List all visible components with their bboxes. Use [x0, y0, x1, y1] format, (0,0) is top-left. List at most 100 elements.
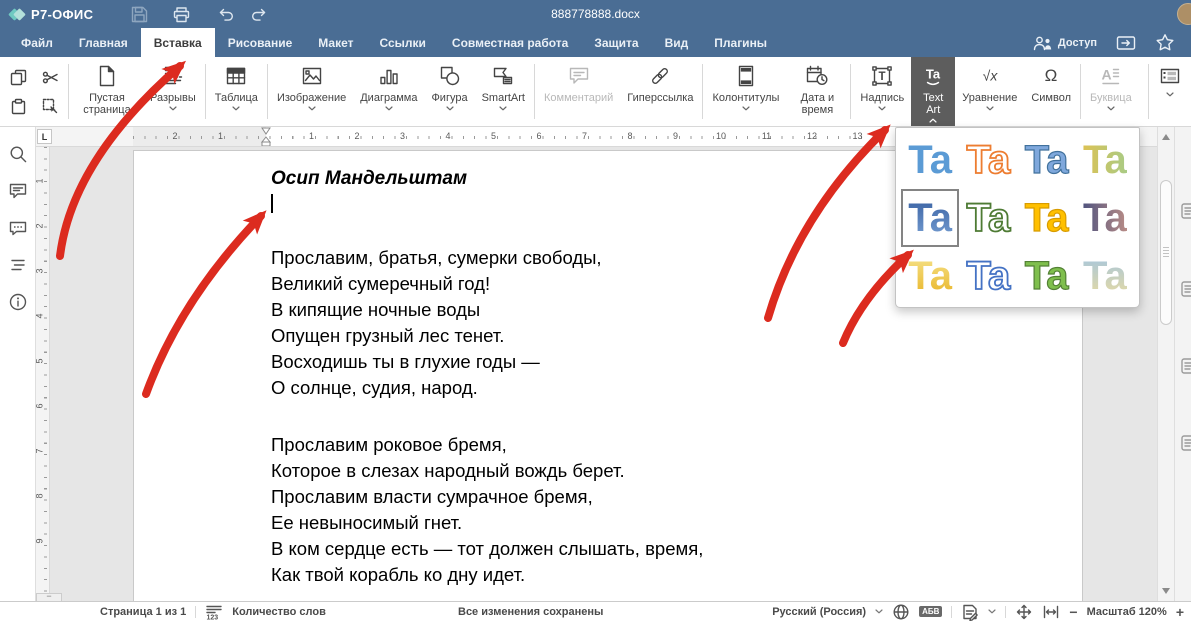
ruler-number: 5 [491, 131, 496, 141]
spellcheck-toggle[interactable]: АБВ [919, 606, 942, 617]
textart-style-8[interactable]: Ta [1076, 189, 1134, 247]
tab-layout[interactable]: Макет [305, 28, 366, 57]
scrollbar-thumb[interactable] [1160, 180, 1172, 325]
right-panel-strip [1174, 127, 1191, 601]
sidebar-item-chat[interactable] [8, 220, 28, 240]
fit-page-icon[interactable] [1015, 603, 1033, 621]
toolbar-button-dropcap: AБуквица [1083, 57, 1139, 126]
toolbar-button-chart[interactable]: Диаграмма [353, 57, 424, 126]
scrollbar-grip [1163, 247, 1169, 258]
textart-style-2[interactable]: Ta [959, 131, 1017, 189]
textart-style-7[interactable]: Ta [1018, 189, 1076, 247]
info-icon [8, 292, 28, 317]
toolbar-button-label: SmartArt [482, 92, 525, 104]
favorite-star-icon[interactable] [1155, 33, 1175, 52]
toolbar-button-headers-footers[interactable]: Колонтитулы [705, 57, 786, 126]
vertical-ruler[interactable]: 123456789 [36, 147, 50, 601]
textart-style-1[interactable]: Ta [901, 131, 959, 189]
ruler-number: 2 [172, 131, 177, 141]
settings-panel-icon[interactable] [1181, 281, 1191, 302]
textart-style-12[interactable]: Ta [1076, 247, 1134, 305]
search-icon [8, 144, 28, 169]
chevron-up-icon [929, 118, 937, 124]
textart-style-5[interactable]: Ta [901, 189, 959, 247]
tab-insert[interactable]: Вставка [141, 28, 215, 57]
paste-button[interactable] [6, 93, 30, 120]
cut-button[interactable] [38, 64, 62, 91]
textbox-icon: T [870, 62, 894, 90]
word-count-icon[interactable]: 123 [205, 603, 223, 621]
toolbar-button-blank-page[interactable]: Пустая страница [71, 57, 143, 126]
textart-style-4[interactable]: Ta [1076, 131, 1134, 189]
settings-panel-icon[interactable] [1181, 203, 1191, 224]
table-icon [224, 62, 248, 90]
copy-button[interactable] [6, 64, 30, 91]
toolbar-button-shape[interactable]: Фигура [424, 57, 474, 126]
scroll-up-arrow-icon[interactable] [1162, 134, 1170, 140]
vertical-scrollbar[interactable] [1157, 127, 1174, 601]
tab-view[interactable]: Вид [652, 28, 702, 57]
toolbar-button-table[interactable]: Таблица [208, 57, 265, 126]
zoom-out-button[interactable]: − [1069, 605, 1077, 619]
toolbar-button-label: Пустая страница [78, 92, 136, 116]
ruler-collapse-tab[interactable]: − [36, 593, 62, 601]
comment-bubble-icon [8, 181, 28, 206]
poem-stanza-1: Прославим, братья, сумерки свободы,Велик… [271, 245, 602, 401]
toolbar-button-breaks[interactable]: Разрывы [143, 57, 203, 126]
navigation-icon [8, 255, 28, 280]
ruler-number: 8 [35, 493, 45, 498]
tab-draw[interactable]: Рисование [215, 28, 306, 57]
tab-collaboration[interactable]: Совместная работа [439, 28, 581, 57]
settings-panel-icon[interactable] [1181, 358, 1191, 379]
access-button[interactable]: Доступ [1033, 35, 1097, 51]
open-file-location-icon[interactable] [1116, 35, 1136, 51]
document-language-globe-icon[interactable] [892, 603, 910, 621]
chevron-down-icon [742, 106, 750, 112]
toolbar-button-date-time[interactable]: Дата и время [786, 57, 848, 126]
track-changes-icon[interactable] [961, 603, 979, 621]
sidebar-item-about[interactable] [8, 294, 28, 314]
textart-style-3[interactable]: Ta [1018, 131, 1076, 189]
tab-stop-selector[interactable]: L [37, 129, 52, 144]
poem-line: Прославим роковое бремя, [271, 432, 703, 458]
toolbar-button-contents[interactable] [1151, 57, 1189, 126]
access-label: Доступ [1058, 37, 1097, 49]
scroll-down-arrow-icon[interactable] [1162, 588, 1170, 594]
toolbar-button-symbol[interactable]: ΩСимвол [1024, 57, 1078, 126]
svg-text:A: A [1101, 67, 1111, 83]
textart-style-9[interactable]: Ta [901, 247, 959, 305]
page-indicator[interactable]: Страница 1 из 1 [100, 606, 186, 618]
settings-panel-icon[interactable] [1181, 435, 1191, 456]
toc-icon [1158, 62, 1182, 90]
sidebar-item-search[interactable] [8, 146, 28, 166]
toolbar-button-smartart[interactable]: SmartArt [475, 57, 532, 126]
zoom-in-button[interactable]: + [1176, 605, 1184, 619]
toolbar-group [1151, 57, 1189, 126]
select-button[interactable] [38, 93, 62, 120]
toolbar-divider [205, 64, 206, 119]
word-count-label[interactable]: Количество слов [232, 606, 326, 618]
fit-width-icon[interactable] [1042, 603, 1060, 621]
chevron-down-icon [499, 106, 507, 112]
textart-style-11[interactable]: Ta [1018, 247, 1076, 305]
tab-plugins[interactable]: Плагины [701, 28, 780, 57]
indent-markers[interactable] [258, 127, 274, 147]
poem-line: Восходишь ты в глухие годы — [271, 349, 602, 375]
language-selector[interactable]: Русский (Россия) [772, 606, 866, 618]
tab-home[interactable]: Главная [66, 28, 141, 57]
textart-style-6[interactable]: Ta [959, 189, 1017, 247]
toolbar-button-hyperlink[interactable]: Гиперссылка [620, 57, 700, 126]
tab-protection[interactable]: Защита [581, 28, 651, 57]
textart-style-10[interactable]: Ta [959, 247, 1017, 305]
toolbar-button-equation[interactable]: √xУравнение [955, 57, 1024, 126]
toolbar-button-textart[interactable]: TaText Art [911, 57, 955, 126]
tab-file[interactable]: Файл [8, 28, 66, 57]
sidebar-item-navigation[interactable] [8, 257, 28, 277]
toolbar-button-label: Text Art [918, 92, 948, 116]
tab-references[interactable]: Ссылки [366, 28, 438, 57]
chevron-down-icon [446, 106, 454, 112]
toolbar-button-image[interactable]: Изображение [270, 57, 353, 126]
sidebar-item-comments[interactable] [8, 183, 28, 203]
toolbar-divider [534, 64, 535, 119]
toolbar-button-textbox[interactable]: TНадпись [853, 57, 911, 126]
